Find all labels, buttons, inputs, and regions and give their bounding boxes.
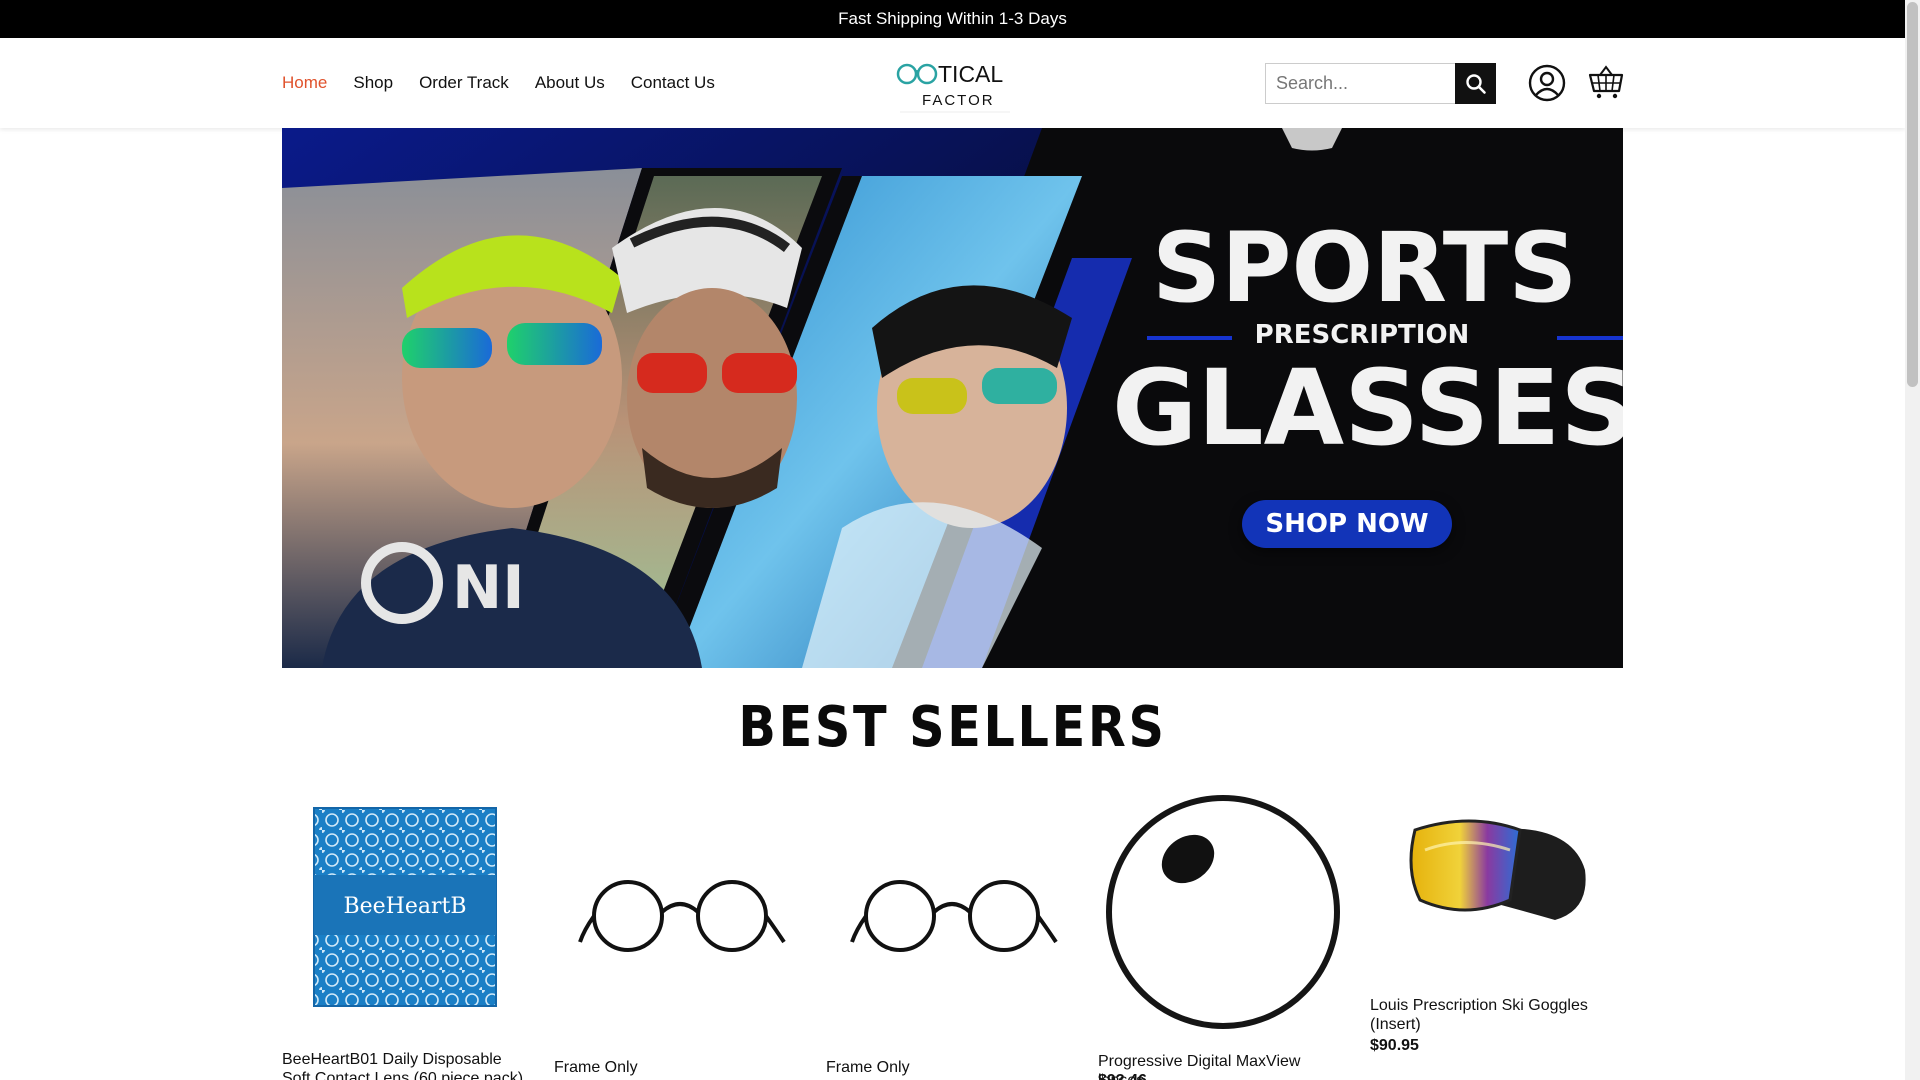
product-name[interactable]: Louis Prescription Ski Goggles (Insert) [1370,996,1620,1034]
site-header: Home Shop Order Track About Us Contact U… [0,38,1905,128]
product-card[interactable]: Louis Prescription Ski Goggles (Insert) … [1370,790,1620,1080]
product-name[interactable]: Frame Only [554,1058,804,1077]
hero-banner[interactable]: NI SPORTS PRESCRIPTION GLASSES SHOP NOW [282,128,1623,668]
product-image: BeeHeartB [282,790,532,1020]
product-card[interactable]: Frame Only [826,790,1076,1080]
svg-text:NI: NI [452,553,525,623]
product-card[interactable]: Progressive Digital MaxView lenses $93.4… [1098,790,1348,1080]
hero-title-line2: PRESCRIPTION [1254,320,1470,350]
cart-button[interactable] [1588,64,1624,100]
glasses-frame-icon [826,790,1076,1030]
nav-about-us[interactable]: About Us [535,73,605,93]
hero-title-line1: SPORTS [1152,212,1578,324]
svg-text:FACTOR: FACTOR [922,92,995,109]
nav-order-track[interactable]: Order Track [419,73,509,93]
announcement-bar: Fast Shipping Within 1-3 Days [0,0,1905,38]
product-card[interactable]: BeeHeartB BeeHeartB01 Daily Disposable S… [282,790,532,1080]
nav-shop[interactable]: Shop [353,73,393,93]
search-button[interactable] [1455,63,1496,104]
nav-contact-us[interactable]: Contact Us [631,73,715,93]
glasses-frame-icon [554,790,804,1030]
search-icon [1465,73,1486,94]
announcement-text: Fast Shipping Within 1-3 Days [838,9,1067,28]
nav-home[interactable]: Home [282,73,327,93]
product-price: $93.46 [1098,1072,1147,1080]
svg-text:BeeHeartB: BeeHeartB [343,894,466,919]
hero-title-line3: GLASSES [1112,347,1623,469]
lens-icon [1098,790,1348,1030]
ski-goggles-image [1370,790,1620,980]
product-price: $90.95 [1370,1037,1419,1054]
scrollbar-thumb[interactable] [1907,2,1918,387]
account-button[interactable] [1528,64,1566,102]
cart-icon [1588,65,1624,99]
svg-text:TICAL: TICAL [938,61,1003,87]
search-input[interactable] [1265,63,1455,104]
page-scrollbar[interactable] [1905,0,1920,1080]
search-box [1265,63,1496,104]
shop-now-button[interactable]: SHOP NOW [1242,500,1452,548]
product-name[interactable]: BeeHeartB01 Daily Disposable Soft Contac… [282,1050,532,1080]
site-logo[interactable]: TICAL FACTOR [890,50,1020,114]
user-icon [1528,64,1566,102]
product-card[interactable]: Frame Only [554,790,804,1080]
best-sellers-title: BEST SELLERS [738,695,1167,760]
product-name[interactable]: Frame Only [826,1058,1076,1077]
main-nav: Home Shop Order Track About Us Contact U… [282,38,715,128]
